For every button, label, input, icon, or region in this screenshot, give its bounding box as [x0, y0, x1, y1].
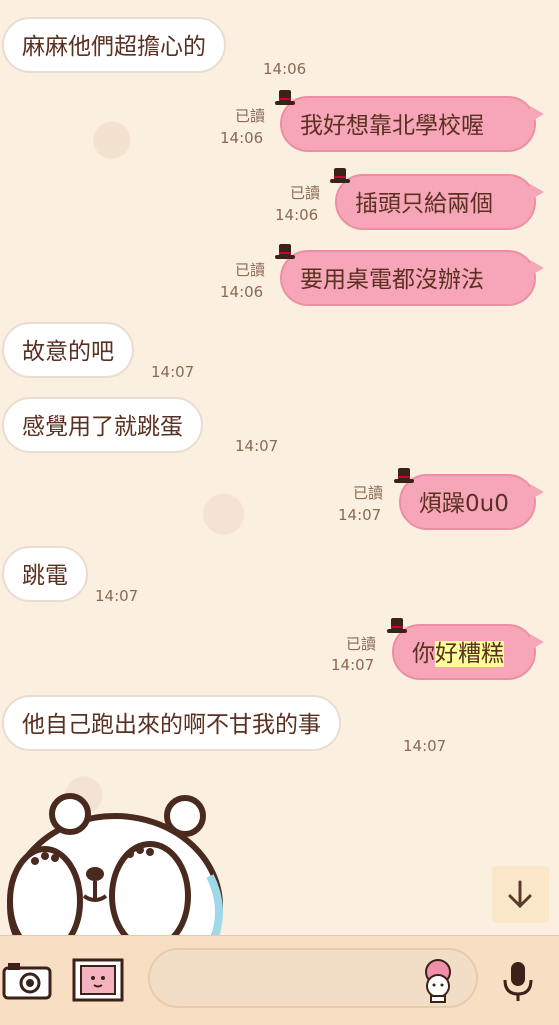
message-time: 14:06: [275, 206, 319, 224]
outgoing-message[interactable]: 你好糟糕: [387, 618, 544, 680]
message-time: 14:06: [220, 283, 264, 301]
incoming-message[interactable]: 麻麻他們超擔心的: [2, 17, 226, 73]
message-time: 14:07: [151, 363, 195, 381]
top-hat-icon: [387, 618, 407, 633]
camera-button[interactable]: [0, 958, 54, 1002]
photo-button[interactable]: [70, 956, 126, 1004]
highlighted-text: 好糟糕: [435, 641, 504, 667]
microphone-icon: [503, 962, 533, 1001]
message-text: 故意的吧: [22, 339, 114, 365]
microphone-button[interactable]: [498, 958, 538, 1004]
camera-icon: [2, 963, 52, 1000]
message-time: 14:07: [403, 737, 447, 755]
input-toolbar: [0, 935, 559, 1025]
message-time: 14:07: [235, 437, 279, 455]
top-hat-icon: [394, 468, 414, 483]
message-text: 煩躁0u0: [419, 491, 509, 517]
read-receipt: 已讀: [352, 484, 383, 502]
incoming-message[interactable]: 故意的吧: [2, 322, 134, 378]
scroll-to-bottom-button[interactable]: [492, 866, 549, 923]
message-text: 他自己跑出來的啊不甘我的事: [22, 712, 321, 738]
arrow-down-icon: [508, 880, 532, 909]
message-time: 14:06: [263, 60, 307, 78]
outgoing-message[interactable]: 我好想靠北學校喔: [275, 90, 544, 152]
message-input[interactable]: [148, 948, 478, 1008]
message-text: 跳電: [22, 563, 68, 589]
read-receipt: 已讀: [345, 635, 376, 653]
message-time: 14:07: [95, 587, 139, 605]
outgoing-message[interactable]: 要用桌電都沒辦法: [275, 244, 544, 306]
photo-icon: [72, 958, 124, 1002]
message-text: 插頭只給兩個: [355, 191, 493, 217]
message-text: 你: [412, 641, 435, 667]
top-hat-icon: [330, 168, 350, 183]
sticker-icon: [425, 959, 451, 1003]
incoming-message[interactable]: 跳電: [2, 546, 88, 602]
message-text: 我好想靠北學校喔: [300, 113, 484, 139]
incoming-message[interactable]: 感覺用了就跳蛋: [2, 397, 203, 453]
message-time: 14:07: [331, 656, 375, 674]
sticker-button[interactable]: [416, 956, 460, 1004]
outgoing-message[interactable]: 煩躁0u0: [394, 468, 544, 530]
top-hat-icon: [275, 90, 295, 105]
message-text: 要用桌電都沒辦法: [300, 267, 484, 293]
incoming-message[interactable]: 他自己跑出來的啊不甘我的事: [2, 695, 341, 751]
top-hat-icon: [275, 244, 295, 259]
read-receipt: 已讀: [234, 107, 265, 125]
message-text: 麻麻他們超擔心的: [22, 34, 206, 60]
bear-sticker: [7, 793, 223, 936]
read-receipt: 已讀: [289, 184, 320, 202]
message-time: 14:06: [220, 129, 264, 147]
message-time: 14:07: [338, 506, 382, 524]
outgoing-message[interactable]: 插頭只給兩個: [330, 168, 544, 230]
message-text: 感覺用了就跳蛋: [22, 414, 183, 440]
read-receipt: 已讀: [234, 261, 265, 279]
